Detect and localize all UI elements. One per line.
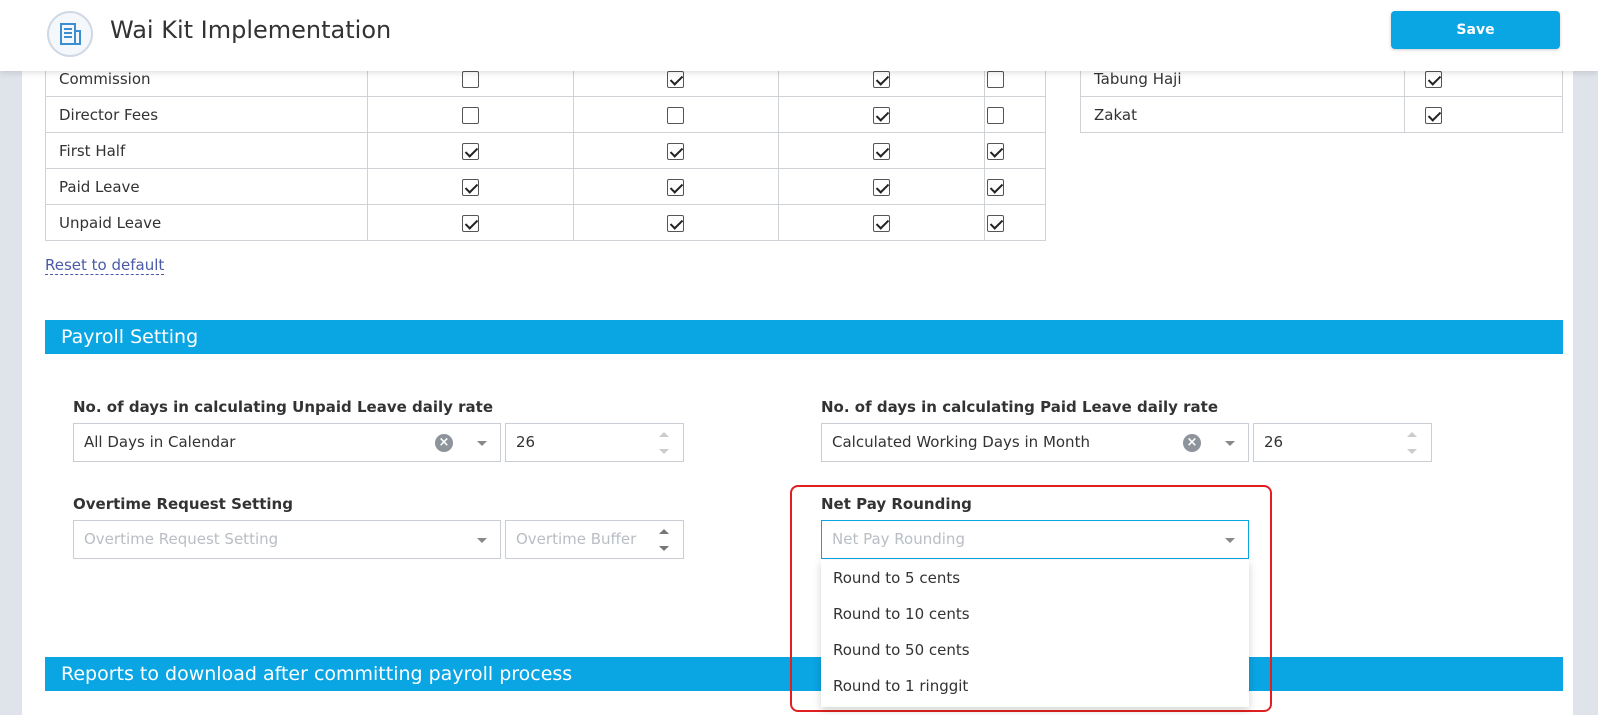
spin-down-icon[interactable]	[1407, 449, 1417, 454]
paid-leave-label: No. of days in calculating Paid Leave da…	[821, 398, 1218, 416]
unpaid-leave-label: No. of days in calculating Unpaid Leave …	[73, 398, 493, 416]
unpaid-leave-days-input[interactable]: 26	[505, 423, 684, 462]
row-label: Unpaid Leave	[45, 204, 368, 241]
chevron-down-icon	[1225, 441, 1235, 446]
checkbox[interactable]	[461, 178, 479, 196]
earnings-table: Commission Director Fees First Half Paid…	[45, 60, 1046, 241]
overtime-request-label: Overtime Request Setting	[73, 495, 293, 513]
unpaid-leave-select[interactable]: All Days in Calendar ×	[73, 423, 501, 462]
row-label: First Half	[45, 132, 368, 169]
unpaid-leave-days-value: 26	[516, 433, 536, 451]
checkbox[interactable]	[986, 142, 1004, 160]
paid-leave-value: Calculated Working Days in Month	[832, 433, 1090, 451]
checkbox[interactable]	[461, 142, 479, 160]
table-row: Director Fees	[45, 96, 1046, 133]
net-pay-rounding-dropdown: Round to 5 cents Round to 10 cents Round…	[821, 560, 1249, 707]
top-bar: Wai Kit Implementation Save	[0, 0, 1598, 71]
paid-leave-days-value: 26	[1264, 433, 1284, 451]
spin-up-icon[interactable]	[659, 529, 669, 534]
overtime-request-placeholder: Overtime Request Setting	[84, 530, 279, 548]
row-label: Director Fees	[45, 96, 368, 133]
table-row: Paid Leave	[45, 168, 1046, 205]
row-label: Paid Leave	[45, 168, 368, 205]
checkbox[interactable]	[667, 70, 685, 88]
checkbox[interactable]	[986, 178, 1004, 196]
checkbox[interactable]	[461, 70, 479, 88]
company-logo-icon	[47, 11, 93, 57]
checkbox[interactable]	[667, 214, 685, 232]
checkbox[interactable]	[667, 178, 685, 196]
unpaid-leave-value: All Days in Calendar	[84, 433, 236, 451]
overtime-request-select[interactable]: Overtime Request Setting	[73, 520, 501, 559]
paid-leave-days-input[interactable]: 26	[1253, 423, 1432, 462]
checkbox[interactable]	[873, 142, 891, 160]
checkbox[interactable]	[667, 142, 685, 160]
save-button[interactable]: Save	[1391, 11, 1560, 49]
checkbox[interactable]	[986, 214, 1004, 232]
chevron-down-icon	[477, 538, 487, 543]
checkbox[interactable]	[667, 106, 685, 124]
overtime-buffer-placeholder: Overtime Buffer	[516, 530, 637, 548]
checkbox[interactable]	[986, 70, 1004, 88]
checkbox[interactable]	[873, 178, 891, 196]
dropdown-option[interactable]: Round to 5 cents	[821, 560, 1249, 596]
table-row: Unpaid Leave	[45, 204, 1046, 241]
checkbox[interactable]	[1425, 106, 1443, 124]
payroll-setting-header: Payroll Setting	[45, 320, 1563, 354]
clear-icon[interactable]: ×	[435, 434, 453, 452]
chevron-down-icon	[477, 441, 487, 446]
spin-up-icon[interactable]	[1407, 432, 1417, 437]
reset-to-default-link[interactable]: Reset to default	[45, 256, 165, 275]
paid-leave-select[interactable]: Calculated Working Days in Month ×	[821, 423, 1249, 462]
table-row: First Half	[45, 132, 1046, 169]
clear-icon[interactable]: ×	[1183, 434, 1201, 452]
table-row: Zakat	[1079, 96, 1563, 133]
dropdown-option[interactable]: Round to 50 cents	[821, 632, 1249, 668]
checkbox[interactable]	[873, 106, 891, 124]
checkbox[interactable]	[986, 106, 1004, 124]
dropdown-option[interactable]: Round to 10 cents	[821, 596, 1249, 632]
spin-down-icon[interactable]	[659, 449, 669, 454]
spin-down-icon[interactable]	[659, 546, 669, 551]
overtime-buffer-input[interactable]: Overtime Buffer	[505, 520, 684, 559]
spin-up-icon[interactable]	[659, 432, 669, 437]
checkbox[interactable]	[873, 70, 891, 88]
dropdown-option[interactable]: Round to 1 ringgit	[821, 668, 1249, 704]
checkbox[interactable]	[461, 214, 479, 232]
checkbox[interactable]	[461, 106, 479, 124]
checkbox[interactable]	[873, 214, 891, 232]
checkbox[interactable]	[1425, 70, 1443, 88]
row-label: Zakat	[1079, 96, 1406, 133]
page-title: Wai Kit Implementation	[110, 16, 392, 44]
